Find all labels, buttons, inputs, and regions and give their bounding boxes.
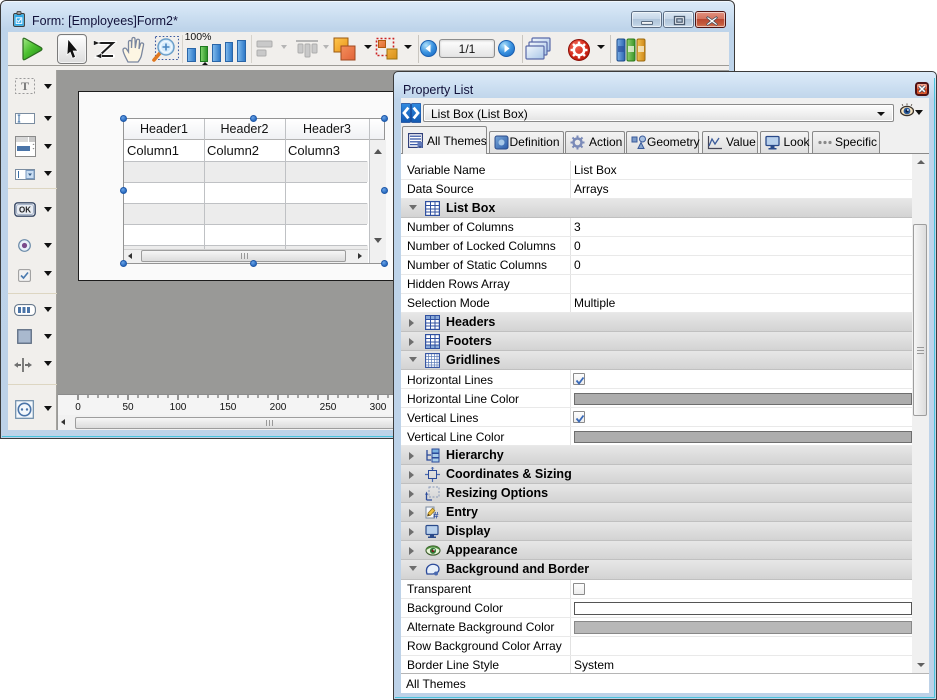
svg-text:300: 300 bbox=[370, 402, 387, 413]
svg-text:200: 200 bbox=[270, 402, 287, 413]
svg-text:50: 50 bbox=[122, 402, 134, 413]
svg-text:OK: OK bbox=[19, 205, 31, 214]
svg-text:250: 250 bbox=[320, 402, 337, 413]
svg-text:100: 100 bbox=[170, 402, 187, 413]
svg-text:150: 150 bbox=[220, 402, 237, 413]
svg-text:T: T bbox=[21, 79, 29, 93]
svg-text:#: # bbox=[433, 511, 439, 521]
svg-text:0: 0 bbox=[75, 402, 81, 413]
